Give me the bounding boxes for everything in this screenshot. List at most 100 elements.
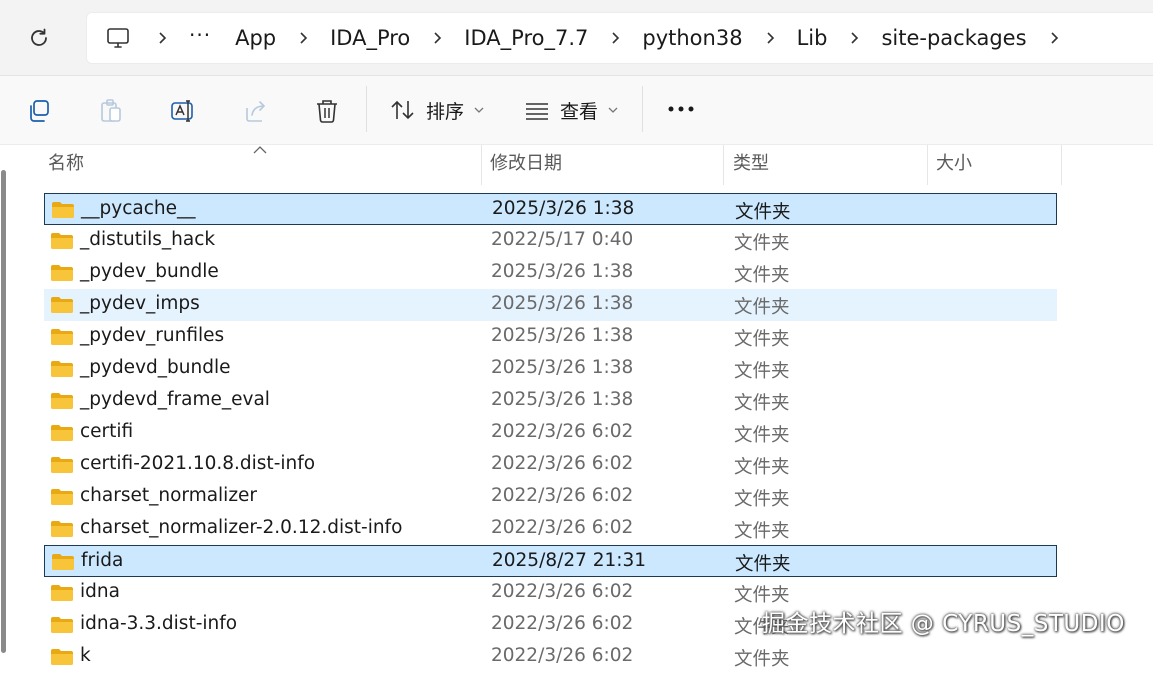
watermark-text: 掘金技术社区 @ CYRUS_STUDIO (762, 611, 1125, 637)
file-date-modified: 2022/3/26 6:02 (491, 613, 634, 634)
folder-icon (52, 202, 74, 218)
chevron-right-icon[interactable] (155, 31, 169, 45)
file-date-modified: 2022/3/26 6:02 (491, 581, 634, 602)
file-name: certifi-2021.10.8.dist-info (80, 453, 316, 474)
breadcrumb-overflow[interactable]: ··· (189, 23, 211, 47)
command-bar: 排序 查看 (0, 76, 1153, 145)
vertical-scrollbar[interactable] (0, 170, 8, 653)
view-button[interactable]: 查看 (524, 94, 628, 126)
folder-icon (51, 233, 73, 249)
file-row[interactable]: _distutils_hack 2022/5/17 0:40 文件夹 (44, 225, 1057, 257)
file-name: charset_normalizer-2.0.12.dist-info (80, 517, 403, 538)
file-date-modified: 2022/5/17 0:40 (491, 229, 634, 250)
file-row[interactable]: _pydev_bundle 2025/3/26 1:38 文件夹 (44, 257, 1057, 289)
address-box[interactable]: ··· App IDA_Pro IDA_Pro_7.7 python38 Lib… (86, 12, 1153, 64)
folder-icon (51, 329, 73, 345)
file-date-modified: 2025/3/26 1:38 (491, 389, 634, 410)
file-row[interactable]: _pydev_imps 2025/3/26 1:38 文件夹 (44, 289, 1057, 321)
folder-icon (51, 521, 73, 537)
sort-ascending-icon (253, 146, 267, 154)
file-date-modified: 2025/3/26 1:38 (491, 357, 634, 378)
breadcrumb-item-site-packages[interactable]: site-packages (871, 26, 1036, 50)
file-row[interactable]: frida 2025/8/27 21:31 文件夹 (44, 545, 1057, 577)
file-row[interactable]: certifi 2022/3/26 6:02 文件夹 (44, 417, 1057, 449)
column-header-date[interactable]: 修改日期 (482, 145, 724, 185)
paste-icon (101, 99, 121, 122)
copy-icon[interactable] (26, 98, 52, 124)
file-row[interactable]: _pydevd_bundle 2025/3/26 1:38 文件夹 (44, 353, 1057, 385)
file-type: 文件夹 (734, 457, 790, 478)
file-type: 文件夹 (734, 393, 790, 414)
file-name: charset_normalizer (80, 485, 258, 506)
chevron-right-icon[interactable] (296, 31, 310, 45)
file-date-modified: 2025/8/27 21:31 (492, 550, 647, 571)
breadcrumb-item-app[interactable]: App (225, 26, 286, 50)
refresh-icon[interactable] (27, 26, 51, 50)
breadcrumb-item-lib[interactable]: Lib (787, 26, 838, 50)
file-name: k (80, 645, 91, 666)
file-date-modified: 2025/3/26 1:38 (491, 293, 634, 314)
chevron-right-icon[interactable] (1047, 31, 1061, 45)
chevron-right-icon[interactable] (763, 31, 777, 45)
this-pc-icon[interactable] (105, 25, 131, 51)
sort-button[interactable]: 排序 (390, 94, 494, 126)
folder-icon (51, 425, 73, 441)
chevron-down-icon (608, 107, 618, 113)
file-date-modified: 2022/3/26 6:02 (491, 453, 634, 474)
file-date-modified: 2022/3/26 6:02 (491, 421, 634, 442)
toolbar-divider (366, 86, 367, 132)
file-row[interactable]: _pydev_runfiles 2025/3/26 1:38 文件夹 (44, 321, 1057, 353)
file-type: 文件夹 (734, 265, 790, 286)
file-name: _pydevd_frame_eval (80, 389, 270, 410)
file-date-modified: 2022/3/26 6:02 (491, 645, 634, 666)
file-name: _pydev_bundle (80, 261, 219, 282)
sort-icon (391, 100, 414, 120)
file-name: frida (81, 550, 124, 571)
file-row[interactable]: certifi-2021.10.8.dist-info 2022/3/26 6:0… (44, 449, 1057, 481)
file-date-modified: 2025/3/26 1:38 (492, 198, 635, 219)
file-row[interactable]: _pydevd_frame_eval 2025/3/26 1:38 文件夹 (44, 385, 1057, 417)
file-row[interactable]: charset_normalizer-2.0.12.dist-info 2022/… (44, 513, 1057, 545)
file-name: certifi (80, 421, 134, 442)
file-row[interactable]: k 2022/3/26 6:02 文件夹 (44, 641, 1057, 673)
file-type: 文件夹 (734, 521, 790, 542)
file-name: _distutils_hack (80, 229, 216, 250)
folder-icon (52, 554, 74, 570)
file-name: idna (80, 581, 120, 602)
toolbar-divider (642, 86, 643, 132)
file-type: 文件夹 (734, 233, 790, 254)
file-type: 文件夹 (735, 554, 791, 575)
file-type: 文件夹 (734, 361, 790, 382)
file-name: idna-3.3.dist-info (80, 613, 238, 634)
file-row[interactable]: __pycache__ 2025/3/26 1:38 文件夹 (44, 193, 1057, 225)
sort-label: 排序 (426, 100, 465, 123)
chevron-right-icon[interactable] (430, 31, 444, 45)
chevron-down-icon (474, 107, 484, 113)
column-header-type[interactable]: 类型 (725, 145, 928, 185)
file-row[interactable]: charset_normalizer 2022/3/26 6:02 文件夹 (44, 481, 1057, 513)
file-type: 文件夹 (734, 649, 790, 670)
file-date-modified: 2022/3/26 6:02 (491, 517, 634, 538)
delete-icon[interactable] (314, 98, 340, 124)
file-date-modified: 2022/3/26 6:02 (491, 485, 634, 506)
scrollbar-thumb[interactable] (1, 170, 6, 653)
folder-icon (51, 265, 73, 281)
breadcrumb-item-python38[interactable]: python38 (632, 26, 752, 50)
file-name: _pydevd_bundle (80, 357, 231, 378)
file-type: 文件夹 (734, 425, 790, 446)
breadcrumb-item-ida-pro[interactable]: IDA_Pro (320, 26, 420, 50)
more-options-icon[interactable] (666, 96, 696, 122)
chevron-right-icon[interactable] (847, 31, 861, 45)
column-header-size[interactable]: 大小 (928, 145, 1062, 185)
chevron-right-icon[interactable] (608, 31, 622, 45)
file-type: 文件夹 (735, 202, 791, 223)
file-type: 文件夹 (734, 297, 790, 318)
breadcrumb-item-ida-pro-7-7[interactable]: IDA_Pro_7.7 (454, 26, 598, 50)
file-name: _pydev_runfiles (80, 325, 225, 346)
rename-icon[interactable] (170, 98, 196, 124)
breadcrumb: ··· App IDA_Pro IDA_Pro_7.7 python38 Lib… (105, 13, 1071, 63)
file-name: __pycache__ (81, 198, 196, 219)
folder-icon (51, 649, 73, 665)
column-header-row: 名称 修改日期 类型 大小 (0, 145, 1153, 185)
share-icon (246, 101, 266, 122)
